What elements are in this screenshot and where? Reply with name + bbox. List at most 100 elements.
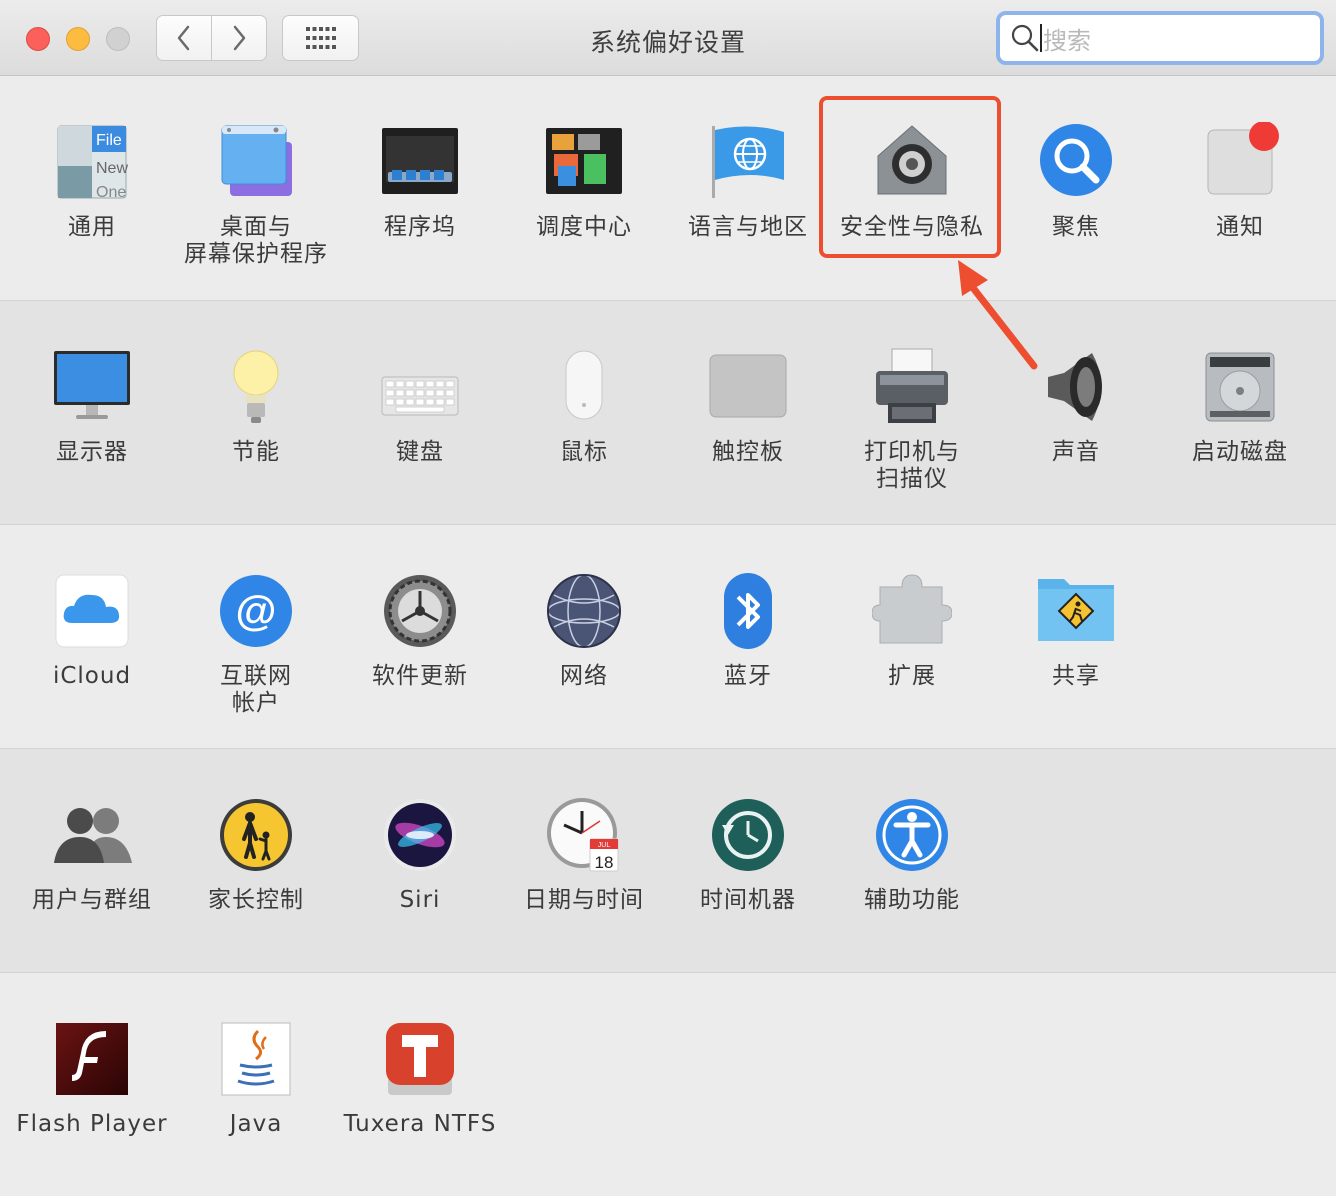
pref-bluetooth[interactable]: 蓝牙: [666, 571, 830, 690]
parental-controls-icon: [220, 799, 292, 871]
pref-software-update[interactable]: 软件更新: [338, 571, 502, 690]
pref-label: 打印机与 扫描仪: [864, 439, 960, 492]
svg-text:One: One: [96, 184, 126, 201]
trackpad-icon: [709, 354, 787, 418]
pref-accessibility[interactable]: 辅助功能: [830, 795, 994, 914]
software-update-icon: [384, 575, 456, 647]
pref-extensions[interactable]: 扩展: [830, 571, 994, 690]
pref-label: 声音: [1052, 439, 1100, 465]
section-other: Flash Player Java Tuxera NTFS: [0, 973, 1336, 1196]
mission-control-icon: [546, 128, 622, 194]
svg-text:18: 18: [595, 853, 614, 872]
pref-users-groups[interactable]: 用户与群组: [10, 795, 174, 914]
keyboard-icon: [381, 376, 459, 416]
highlight-box: [819, 96, 1001, 258]
pref-displays[interactable]: 显示器: [10, 347, 174, 466]
network-icon: [547, 574, 621, 648]
pref-label: 扩展: [888, 663, 936, 689]
users-groups-icon: [54, 808, 132, 863]
pref-general[interactable]: File New One 通用: [10, 122, 174, 241]
pref-label: 通用: [68, 214, 116, 240]
pref-trackpad[interactable]: 触控板: [666, 347, 830, 466]
siri-icon: [384, 799, 456, 871]
section-internet-wireless: iCloud @ 互联网 帐户 软件更新 网络 蓝牙 扩展 共享: [0, 525, 1336, 749]
pref-internet-accounts[interactable]: @ 互联网 帐户: [174, 571, 338, 717]
date-time-icon: JUL 18: [547, 798, 619, 872]
pref-label: 辅助功能: [864, 887, 960, 913]
sharing-icon: [1038, 579, 1114, 641]
pref-label: 网络: [560, 663, 608, 689]
pref-label: 日期与时间: [524, 887, 644, 913]
accessibility-icon: [876, 799, 948, 871]
startup-disk-icon: [1205, 352, 1275, 422]
icloud-icon: [55, 574, 129, 648]
pref-label: iCloud: [52, 663, 132, 689]
arrow-icon: [958, 260, 1038, 370]
pref-label: 通知: [1216, 214, 1264, 240]
pref-desktop-screensaver[interactable]: 桌面与 屏幕保护程序: [174, 122, 338, 268]
pref-flash-player[interactable]: Flash Player: [10, 1019, 174, 1138]
pref-siri[interactable]: Siri: [338, 795, 502, 914]
text-caret: [1040, 24, 1042, 52]
pref-label: 调度中心: [536, 214, 632, 240]
pref-label: 用户与群组: [32, 887, 152, 913]
pref-mission-control[interactable]: 调度中心: [502, 122, 666, 241]
pref-label: Java: [229, 1111, 283, 1137]
pref-label: Flash Player: [16, 1111, 168, 1137]
pref-label: 聚焦: [1052, 214, 1100, 240]
pref-date-time[interactable]: JUL 18 日期与时间: [502, 795, 666, 914]
pref-label: 语言与地区: [688, 214, 808, 240]
pref-startup-disk[interactable]: 启动磁盘: [1158, 347, 1322, 466]
pref-label: 软件更新: [372, 663, 468, 689]
section-system: 用户与群组 家长控制 Siri JUL 18 日期与时间 时间机器 辅助功能: [0, 749, 1336, 973]
tuxera-ntfs-icon: [386, 1023, 454, 1095]
search-icon: [1011, 24, 1039, 52]
desktop-screensaver-icon: [221, 125, 292, 196]
pref-label: 节能: [232, 439, 280, 465]
svg-text:New: New: [96, 160, 128, 177]
pref-label: 蓝牙: [724, 663, 772, 689]
pref-label: Siri: [399, 887, 441, 913]
title-bar: 系统偏好设置 搜索: [0, 0, 1336, 76]
extensions-icon: [872, 574, 952, 644]
internet-accounts-icon: @: [220, 575, 292, 647]
svg-text:File: File: [96, 132, 122, 149]
svg-text:JUL: JUL: [598, 842, 611, 849]
language-region-icon: [712, 126, 784, 198]
pref-tuxera-ntfs[interactable]: Tuxera NTFS: [338, 1019, 502, 1138]
pref-label: 时间机器: [700, 887, 796, 913]
pref-label: 桌面与 屏幕保护程序: [184, 214, 328, 267]
energy-saver-icon: [233, 350, 279, 423]
pref-label: 互联网 帐户: [220, 663, 292, 716]
pref-label: 显示器: [56, 439, 128, 465]
pref-spotlight[interactable]: 聚焦: [994, 122, 1158, 241]
pref-dock[interactable]: 程序坞: [338, 122, 502, 241]
pref-language-region[interactable]: 语言与地区: [666, 122, 830, 241]
general-icon: File New One: [57, 125, 128, 201]
pref-label: 程序坞: [384, 214, 456, 240]
displays-icon: [54, 351, 130, 419]
pref-time-machine[interactable]: 时间机器: [666, 795, 830, 914]
search-field[interactable]: 搜索: [996, 11, 1324, 65]
section-personal: File New One 通用 桌面与 屏幕保护程序 程序坞 调度中心 语言与地…: [0, 76, 1336, 301]
svg-text:@: @: [236, 587, 277, 634]
pref-network[interactable]: 网络: [502, 571, 666, 690]
search-placeholder: 搜索: [1043, 26, 1091, 55]
pref-label: Tuxera NTFS: [343, 1111, 497, 1137]
section-hardware: 显示器 节能 键盘 鼠标 触控板 打印机与 扫描仪 声音 启动磁盘: [0, 301, 1336, 525]
pref-parental-controls[interactable]: 家长控制: [174, 795, 338, 914]
pref-label: 启动磁盘: [1192, 439, 1288, 465]
pref-notifications[interactable]: 通知: [1158, 122, 1322, 241]
pref-java[interactable]: Java: [174, 1019, 338, 1138]
pref-keyboard[interactable]: 键盘: [338, 347, 502, 466]
dock-icon: [382, 128, 458, 194]
pref-icloud[interactable]: iCloud: [10, 571, 174, 690]
pref-label: 鼠标: [560, 439, 608, 465]
pref-energy-saver[interactable]: 节能: [174, 347, 338, 466]
pref-label: 共享: [1052, 663, 1100, 689]
pref-sharing[interactable]: 共享: [994, 571, 1158, 690]
pref-mouse[interactable]: 鼠标: [502, 347, 666, 466]
mouse-icon: [565, 350, 603, 420]
flash-player-icon: [56, 1023, 128, 1095]
pref-label: 键盘: [396, 439, 444, 465]
